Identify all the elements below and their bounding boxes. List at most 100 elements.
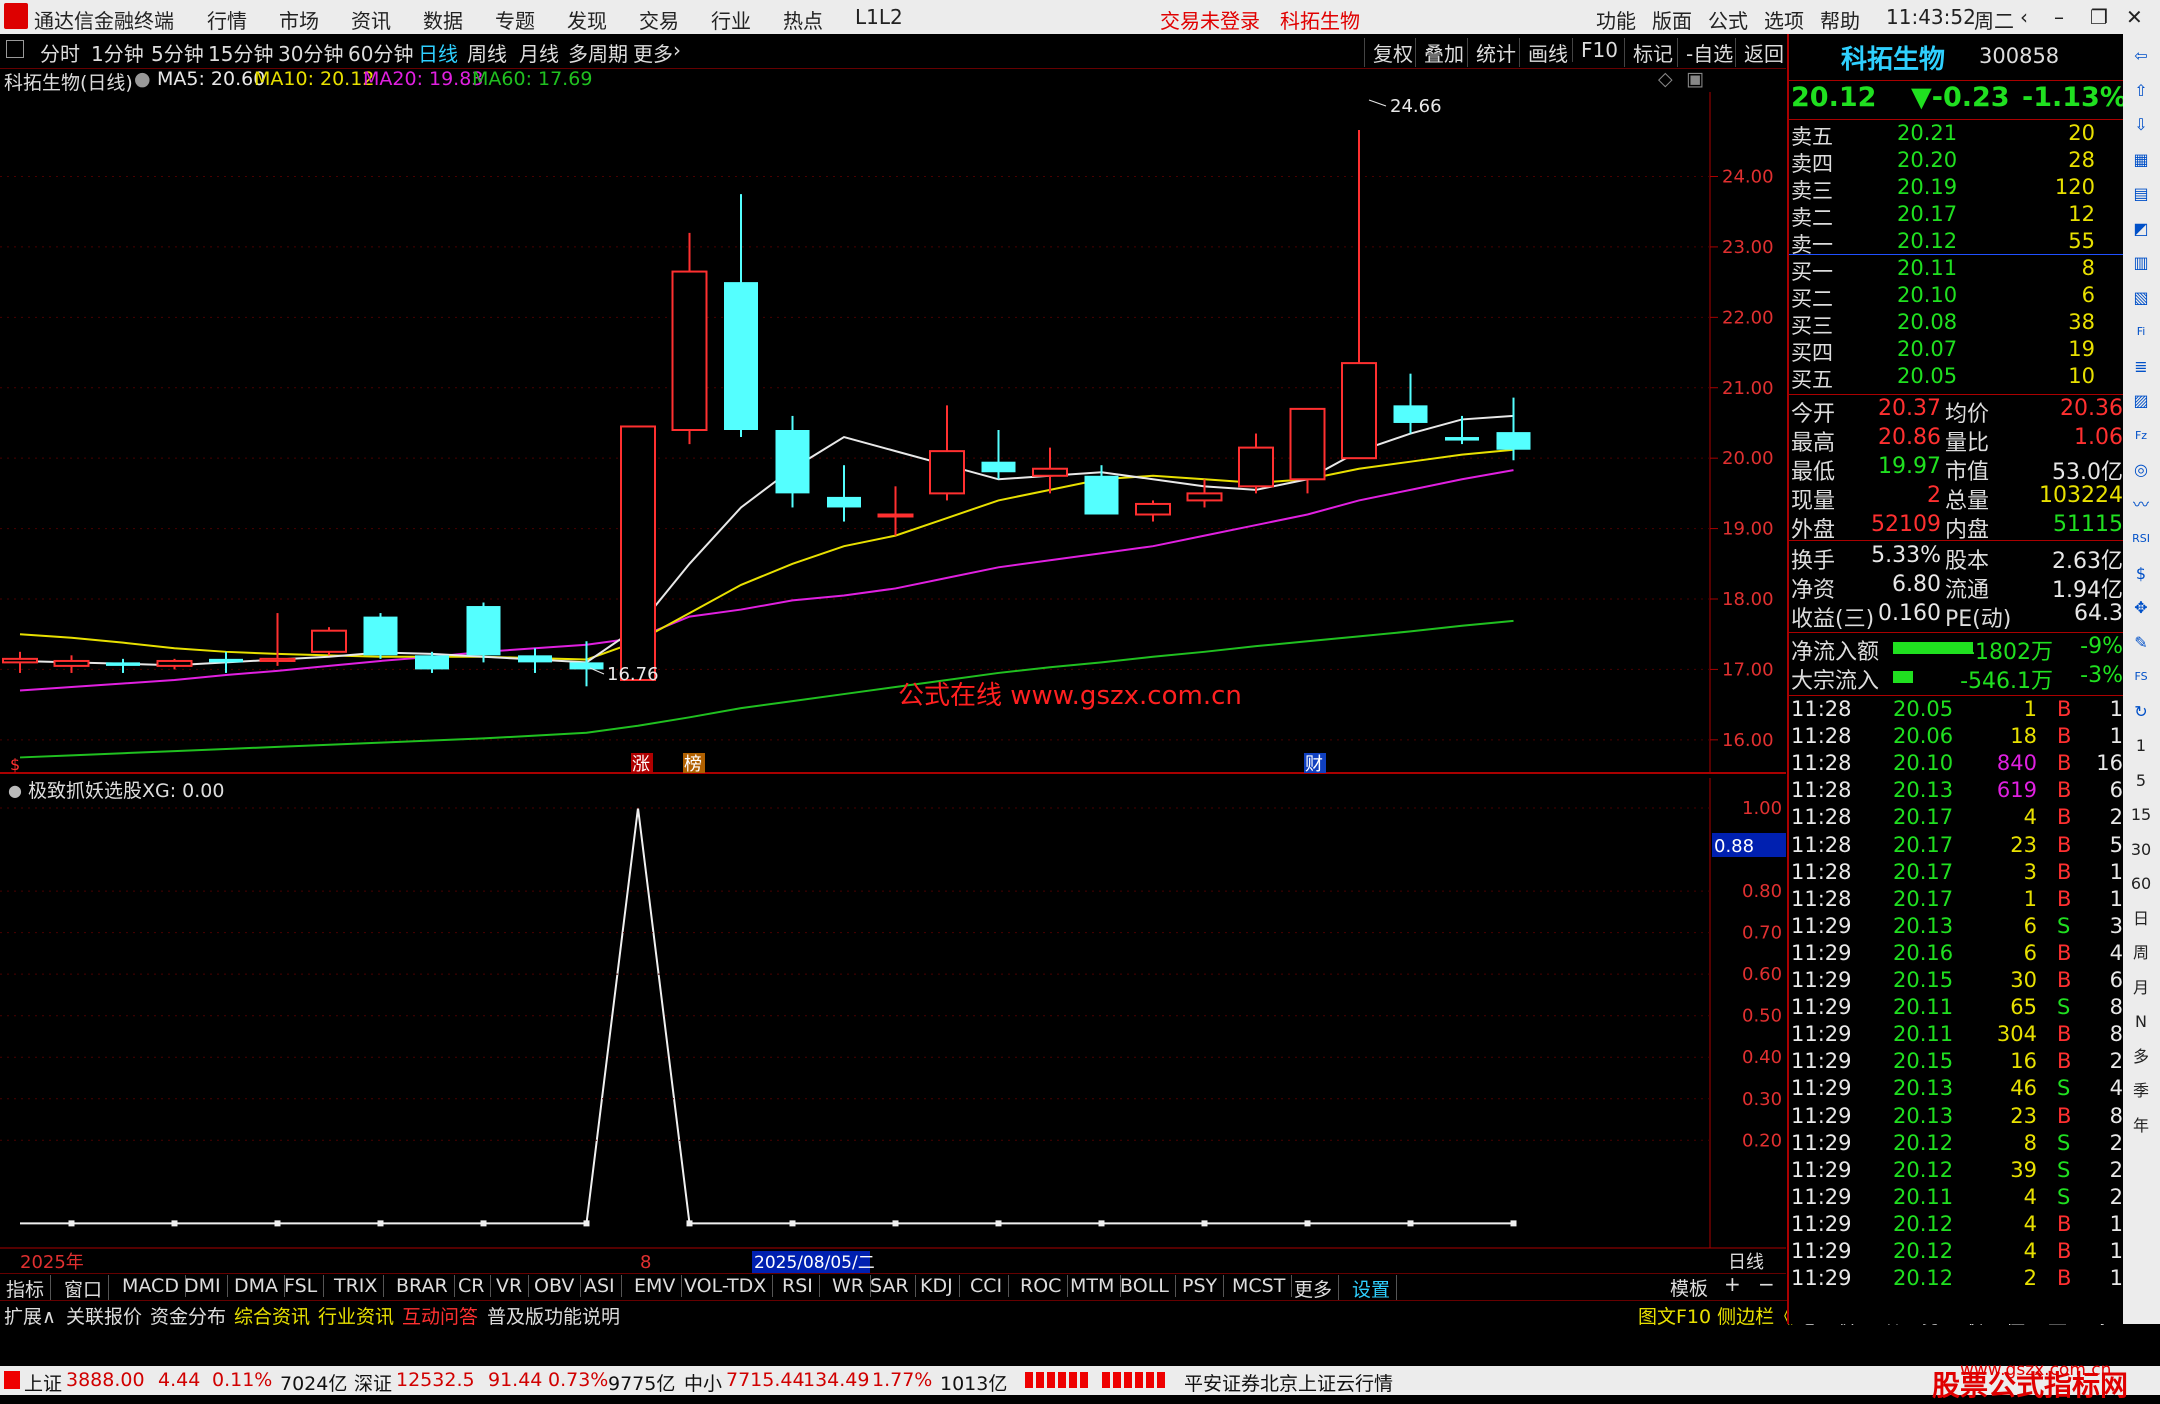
remove-icon[interactable]: − — [1758, 1272, 1775, 1296]
tick-row[interactable]: 11:29 20.12 2 B 1 — [1789, 1266, 2125, 1293]
marker-s-icon[interactable]: $ — [10, 755, 20, 774]
tool-fuquan[interactable]: 复权 — [1364, 38, 1413, 67]
tick-row[interactable]: 11:29 20.11 65 S 8 — [1789, 995, 2125, 1022]
tick-row[interactable]: 11:29 20.15 30 B 6 — [1789, 968, 2125, 995]
fz-icon[interactable]: Fz — [2129, 424, 2153, 448]
side-period-25[interactable]: 日 — [2129, 907, 2153, 931]
ask-row[interactable]: 卖四 20.20 28 — [1789, 148, 2125, 176]
idx3-name[interactable]: 中小 — [684, 1369, 722, 1396]
side-period-30[interactable]: 季 — [2129, 1079, 2153, 1103]
tick-row[interactable]: 11:28 20.05 1 B 1 — [1789, 697, 2125, 724]
indicator-tab-5[interactable]: FSL — [278, 1275, 325, 1297]
tick-row[interactable]: 11:29 20.12 39 S 2 — [1789, 1158, 2125, 1185]
side-period-27[interactable]: 月 — [2129, 976, 2153, 1000]
close-icon[interactable]: ✕ — [2126, 5, 2143, 29]
circle-icon[interactable]: ◎ — [2129, 458, 2153, 482]
ask-row[interactable]: 卖二 20.17 12 — [1789, 202, 2125, 230]
candle[interactable] — [827, 465, 861, 522]
marker-cai[interactable]: 财 — [1305, 754, 1323, 775]
tick-row[interactable]: 11:28 20.17 23 B 5 — [1789, 833, 2125, 860]
menu-gongneng[interactable]: 功能 — [1596, 5, 1636, 34]
candle[interactable] — [466, 602, 501, 663]
menu-zixun[interactable]: 资讯 — [351, 5, 391, 34]
indicator-tab-13[interactable]: VOL-TDX — [678, 1275, 774, 1297]
fs-icon[interactable]: FS — [2129, 665, 2153, 689]
ask-row[interactable]: 卖五 20.21 20 — [1789, 121, 2125, 149]
indicator-tab-8[interactable]: CR — [452, 1275, 492, 1297]
bid-row[interactable]: 买一 20.11 8 — [1789, 256, 2125, 284]
tick-row[interactable]: 11:28 20.13 619 B 6 — [1789, 778, 2125, 805]
side-period-22[interactable]: 15 — [2129, 803, 2153, 827]
tool-biaoji[interactable]: 标记 — [1624, 38, 1673, 67]
period-monthly[interactable]: 月线 — [519, 38, 559, 67]
broker-info[interactable]: 平安证券北京上证云行情 — [1184, 1369, 1393, 1396]
menu-jiaoyi[interactable]: 交易 — [639, 5, 679, 34]
back-arrow-icon[interactable]: ‹ — [2020, 5, 2028, 29]
tick-row[interactable]: 11:29 20.13 6 S 3 — [1789, 914, 2125, 941]
indicator-tab-18[interactable]: CCI — [964, 1275, 1010, 1297]
ask-row[interactable]: 卖一 20.12 55 — [1789, 229, 2125, 257]
indicator-tab-4[interactable]: DMA — [228, 1275, 286, 1297]
ext-tab-puji[interactable]: 普及版功能说明 — [487, 1302, 620, 1329]
ext-tab-hudong[interactable]: 互动问答 — [402, 1302, 478, 1329]
menu-shichang[interactable]: 市场 — [279, 5, 319, 34]
candle[interactable] — [1238, 433, 1274, 494]
indicator-tab-3[interactable]: DMI — [178, 1275, 228, 1297]
indicator-tab-25[interactable]: 设置 — [1346, 1275, 1398, 1302]
candle[interactable] — [569, 641, 604, 687]
tool-huaxian[interactable]: 画线 — [1519, 38, 1568, 67]
menu-shuju[interactable]: 数据 — [423, 5, 463, 34]
layout-icon[interactable] — [6, 40, 24, 58]
menu-gongshi[interactable]: 公式 — [1708, 5, 1748, 34]
candle[interactable] — [156, 658, 193, 670]
indicator-tab-14[interactable]: RSI — [776, 1275, 820, 1297]
ext-tab-zonghe[interactable]: 综合资讯 — [234, 1302, 310, 1329]
ask-row[interactable]: 卖三 20.19 120 — [1789, 175, 2125, 203]
candle[interactable] — [1393, 373, 1428, 434]
indicator-tab-11[interactable]: ASI — [578, 1275, 622, 1297]
indicator-tab-24[interactable]: 更多 — [1288, 1275, 1340, 1302]
indicator-tab-1[interactable]: 窗口 — [58, 1275, 110, 1302]
down-arrow-icon[interactable]: ⇩ — [2129, 113, 2153, 137]
candle[interactable] — [724, 194, 758, 438]
tick-row[interactable]: 11:29 20.16 6 B 4 — [1789, 941, 2125, 968]
up-arrow-icon[interactable]: ⇧ — [2129, 79, 2153, 103]
pen-icon[interactable]: ✎ — [2129, 631, 2153, 655]
ext-tab-kuozhan[interactable]: 扩展∧ — [4, 1302, 56, 1329]
menu-hangqing[interactable]: 行情 — [207, 5, 247, 34]
indicator-tab-10[interactable]: OBV — [528, 1275, 582, 1297]
idx2-name[interactable]: 深证 — [354, 1369, 392, 1396]
candle[interactable] — [929, 405, 965, 501]
candle[interactable] — [1341, 130, 1377, 460]
tick-row[interactable]: 11:29 20.12 8 S 2 — [1789, 1131, 2125, 1158]
doc-icon[interactable]: ▨ — [2129, 389, 2153, 413]
period-1min[interactable]: 1分钟 — [91, 38, 144, 67]
candle[interactable] — [981, 430, 1016, 480]
tool-f10[interactable]: F10 — [1572, 38, 1618, 62]
tick-row[interactable]: 11:28 20.10 840 B 16 — [1789, 751, 2125, 778]
candle[interactable] — [775, 415, 810, 508]
tick-row[interactable]: 11:28 20.17 4 B 2 — [1789, 805, 2125, 832]
tick-row[interactable]: 11:28 20.06 18 B 1 — [1789, 724, 2125, 751]
market-icon[interactable] — [4, 1371, 20, 1389]
side-period-31[interactable]: 年 — [2129, 1114, 2153, 1138]
indicator-tab-0[interactable]: 指标 — [0, 1275, 52, 1302]
chevron-right-icon[interactable]: › — [673, 38, 681, 62]
period-30min[interactable]: 30分钟 — [278, 38, 343, 67]
period-multi[interactable]: 多周期 — [568, 38, 628, 67]
side-period-29[interactable]: 多 — [2129, 1045, 2153, 1069]
pin-icon[interactable]: ⇦ — [2129, 44, 2153, 68]
indicator-tab-16[interactable]: SAR — [864, 1275, 916, 1297]
tool-tongji[interactable]: 统计 — [1467, 38, 1516, 67]
menu-hangye[interactable]: 行业 — [711, 5, 751, 34]
add-icon[interactable]: + — [1724, 1272, 1741, 1296]
idx1-name[interactable]: 上证 — [24, 1369, 62, 1396]
side-period-26[interactable]: 周 — [2129, 941, 2153, 965]
candle[interactable] — [671, 232, 708, 445]
ext-f10-sidebar[interactable]: 图文F10 侧边栏《 — [1638, 1302, 1793, 1329]
bid-row[interactable]: 买三 20.08 38 — [1789, 310, 2125, 338]
bid-row[interactable]: 买五 20.05 10 — [1789, 364, 2125, 392]
period-60min[interactable]: 60分钟 — [348, 38, 413, 67]
tick-row[interactable]: 11:29 20.12 4 B 1 — [1789, 1239, 2125, 1266]
menu-redian[interactable]: 热点 — [783, 5, 823, 34]
